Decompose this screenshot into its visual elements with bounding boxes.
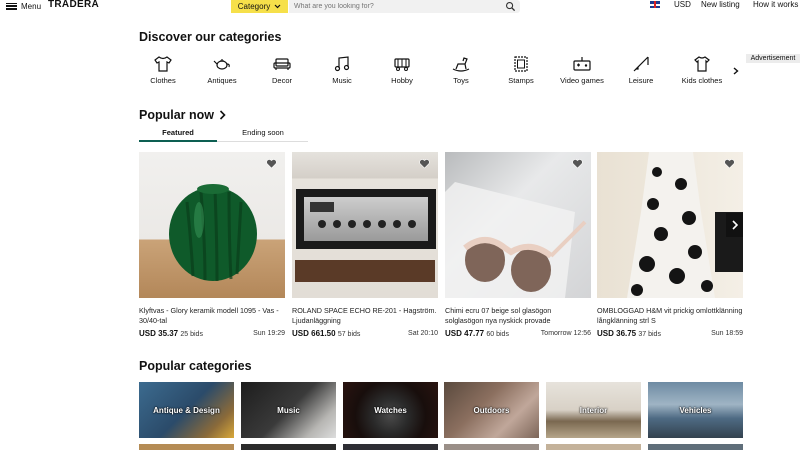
listing-price: USD 47.77 60 bids [445, 329, 509, 338]
chevron-right-icon [731, 220, 738, 230]
listing-price: USD 661.50 57 bids [292, 329, 361, 338]
listing-card[interactable]: Chimi ecru 07 beige sol glasögon solglas… [445, 152, 591, 338]
listing-image[interactable] [139, 152, 285, 298]
category-stamps[interactable]: Stamps [496, 56, 546, 85]
popular-categories-heading: Popular categories [139, 359, 252, 373]
listing-end-time: Tomorrow 12:56 [540, 330, 591, 337]
listing-image[interactable] [292, 152, 438, 298]
listing-title[interactable]: ROLAND SPACE ECHO RE-201 - Hagström. Lju… [292, 306, 438, 326]
hamburger-icon [6, 2, 17, 10]
category-leisure[interactable]: Leisure [616, 56, 666, 85]
listing-image[interactable] [597, 152, 743, 298]
discover-categories-heading: Discover our categories [139, 30, 282, 44]
popular-category-tile[interactable] [546, 444, 641, 450]
listing-end-time: Sun 19:29 [253, 330, 285, 337]
popular-category-interior[interactable]: Interior [546, 382, 641, 438]
train-icon [394, 58, 410, 71]
heart-icon[interactable] [572, 159, 583, 169]
listing-card[interactable]: ROLAND SPACE ECHO RE-201 - Hagström. Lju… [292, 152, 438, 338]
category-kids-clothes[interactable]: Kids clothes [676, 56, 728, 85]
popular-category-tile[interactable] [343, 444, 438, 450]
new-listing-link[interactable]: New listing [701, 0, 740, 9]
popular-category-tile[interactable] [241, 444, 336, 450]
sofa-icon [273, 58, 291, 70]
listing-end-time: Sat 20:10 [408, 330, 438, 337]
popular-tabs: Featured Ending soon [139, 128, 308, 142]
category-dropdown[interactable]: Category [231, 0, 288, 13]
listing-price: USD 36.75 37 bids [597, 329, 661, 338]
chevron-right-icon[interactable] [733, 67, 739, 75]
carousel-next-button[interactable] [726, 213, 743, 237]
search-input[interactable] [289, 0, 520, 13]
category-antiques[interactable]: Antiques [197, 56, 247, 85]
heart-icon[interactable] [419, 159, 430, 169]
category-carousel: Clothes Antiques Decor Music Hobby Toys … [139, 56, 745, 88]
chevron-down-icon [274, 4, 281, 9]
uk-flag-icon[interactable] [650, 1, 660, 8]
popular-category-tile[interactable] [444, 444, 539, 450]
category-label: Category [237, 2, 271, 11]
heart-icon[interactable] [266, 159, 277, 169]
chevron-right-icon [219, 110, 226, 120]
game-console-icon [573, 57, 591, 71]
listing-end-time: Sun 18:59 [711, 330, 743, 337]
menu-label: Menu [21, 1, 42, 11]
category-music[interactable]: Music [317, 56, 367, 85]
popular-now-heading: Popular now [139, 108, 214, 122]
listing-title[interactable]: Chimi ecru 07 beige sol glasögon solglas… [445, 306, 591, 326]
heart-icon[interactable] [724, 159, 735, 169]
tab-featured[interactable]: Featured [139, 128, 217, 142]
vase-photo [169, 184, 257, 282]
popular-category-music[interactable]: Music [241, 382, 336, 438]
tshirt-icon [154, 56, 172, 72]
how-it-works-link[interactable]: How it works [753, 0, 798, 9]
category-clothes[interactable]: Clothes [138, 56, 188, 85]
menu-button[interactable]: Menu [6, 0, 41, 12]
listing-image[interactable] [445, 152, 591, 298]
knobs-photo [310, 202, 416, 228]
popular-category-vehicles[interactable]: Vehicles [648, 382, 743, 438]
popular-category-tile[interactable] [139, 444, 234, 450]
listing-price: USD 35.37 25 bids [139, 329, 203, 338]
category-decor[interactable]: Decor [257, 56, 307, 85]
popular-category-tile[interactable] [648, 444, 743, 450]
teapot-icon [213, 59, 230, 70]
fishing-rod-icon [633, 56, 649, 72]
popular-category-watches[interactable]: Watches [343, 382, 438, 438]
currency-selector[interactable]: USD [674, 0, 691, 9]
kids-shirt-icon [694, 56, 710, 72]
dress-photo [627, 152, 743, 298]
advertisement-label: Advertisement [746, 54, 800, 63]
stamp-icon [514, 56, 528, 72]
popular-category-antique-design[interactable]: Antique & Design [139, 382, 234, 438]
rocking-horse-icon [452, 57, 470, 72]
search-icon[interactable] [505, 1, 516, 12]
popular-now-link[interactable]: Popular now [139, 108, 226, 122]
listing-card[interactable]: OMBLOGGAD H&M vit prickig omlottklänning… [597, 152, 743, 338]
listing-title[interactable]: OMBLOGGAD H&M vit prickig omlottklänning… [597, 306, 743, 326]
category-hobby[interactable]: Hobby [377, 56, 427, 85]
music-note-icon [334, 56, 350, 72]
category-toys[interactable]: Toys [436, 56, 486, 85]
listing-card[interactable]: Klyftvas - Glory keramik modell 1095 - V… [139, 152, 285, 338]
tab-ending-soon[interactable]: Ending soon [224, 128, 302, 142]
tradera-logo[interactable]: TRADERA [48, 0, 99, 10]
sunglasses-photo [445, 182, 587, 298]
listing-title[interactable]: Klyftvas - Glory keramik modell 1095 - V… [139, 306, 285, 326]
category-video-games[interactable]: Video games [556, 56, 608, 85]
popular-category-outdoors[interactable]: Outdoors [444, 382, 539, 438]
